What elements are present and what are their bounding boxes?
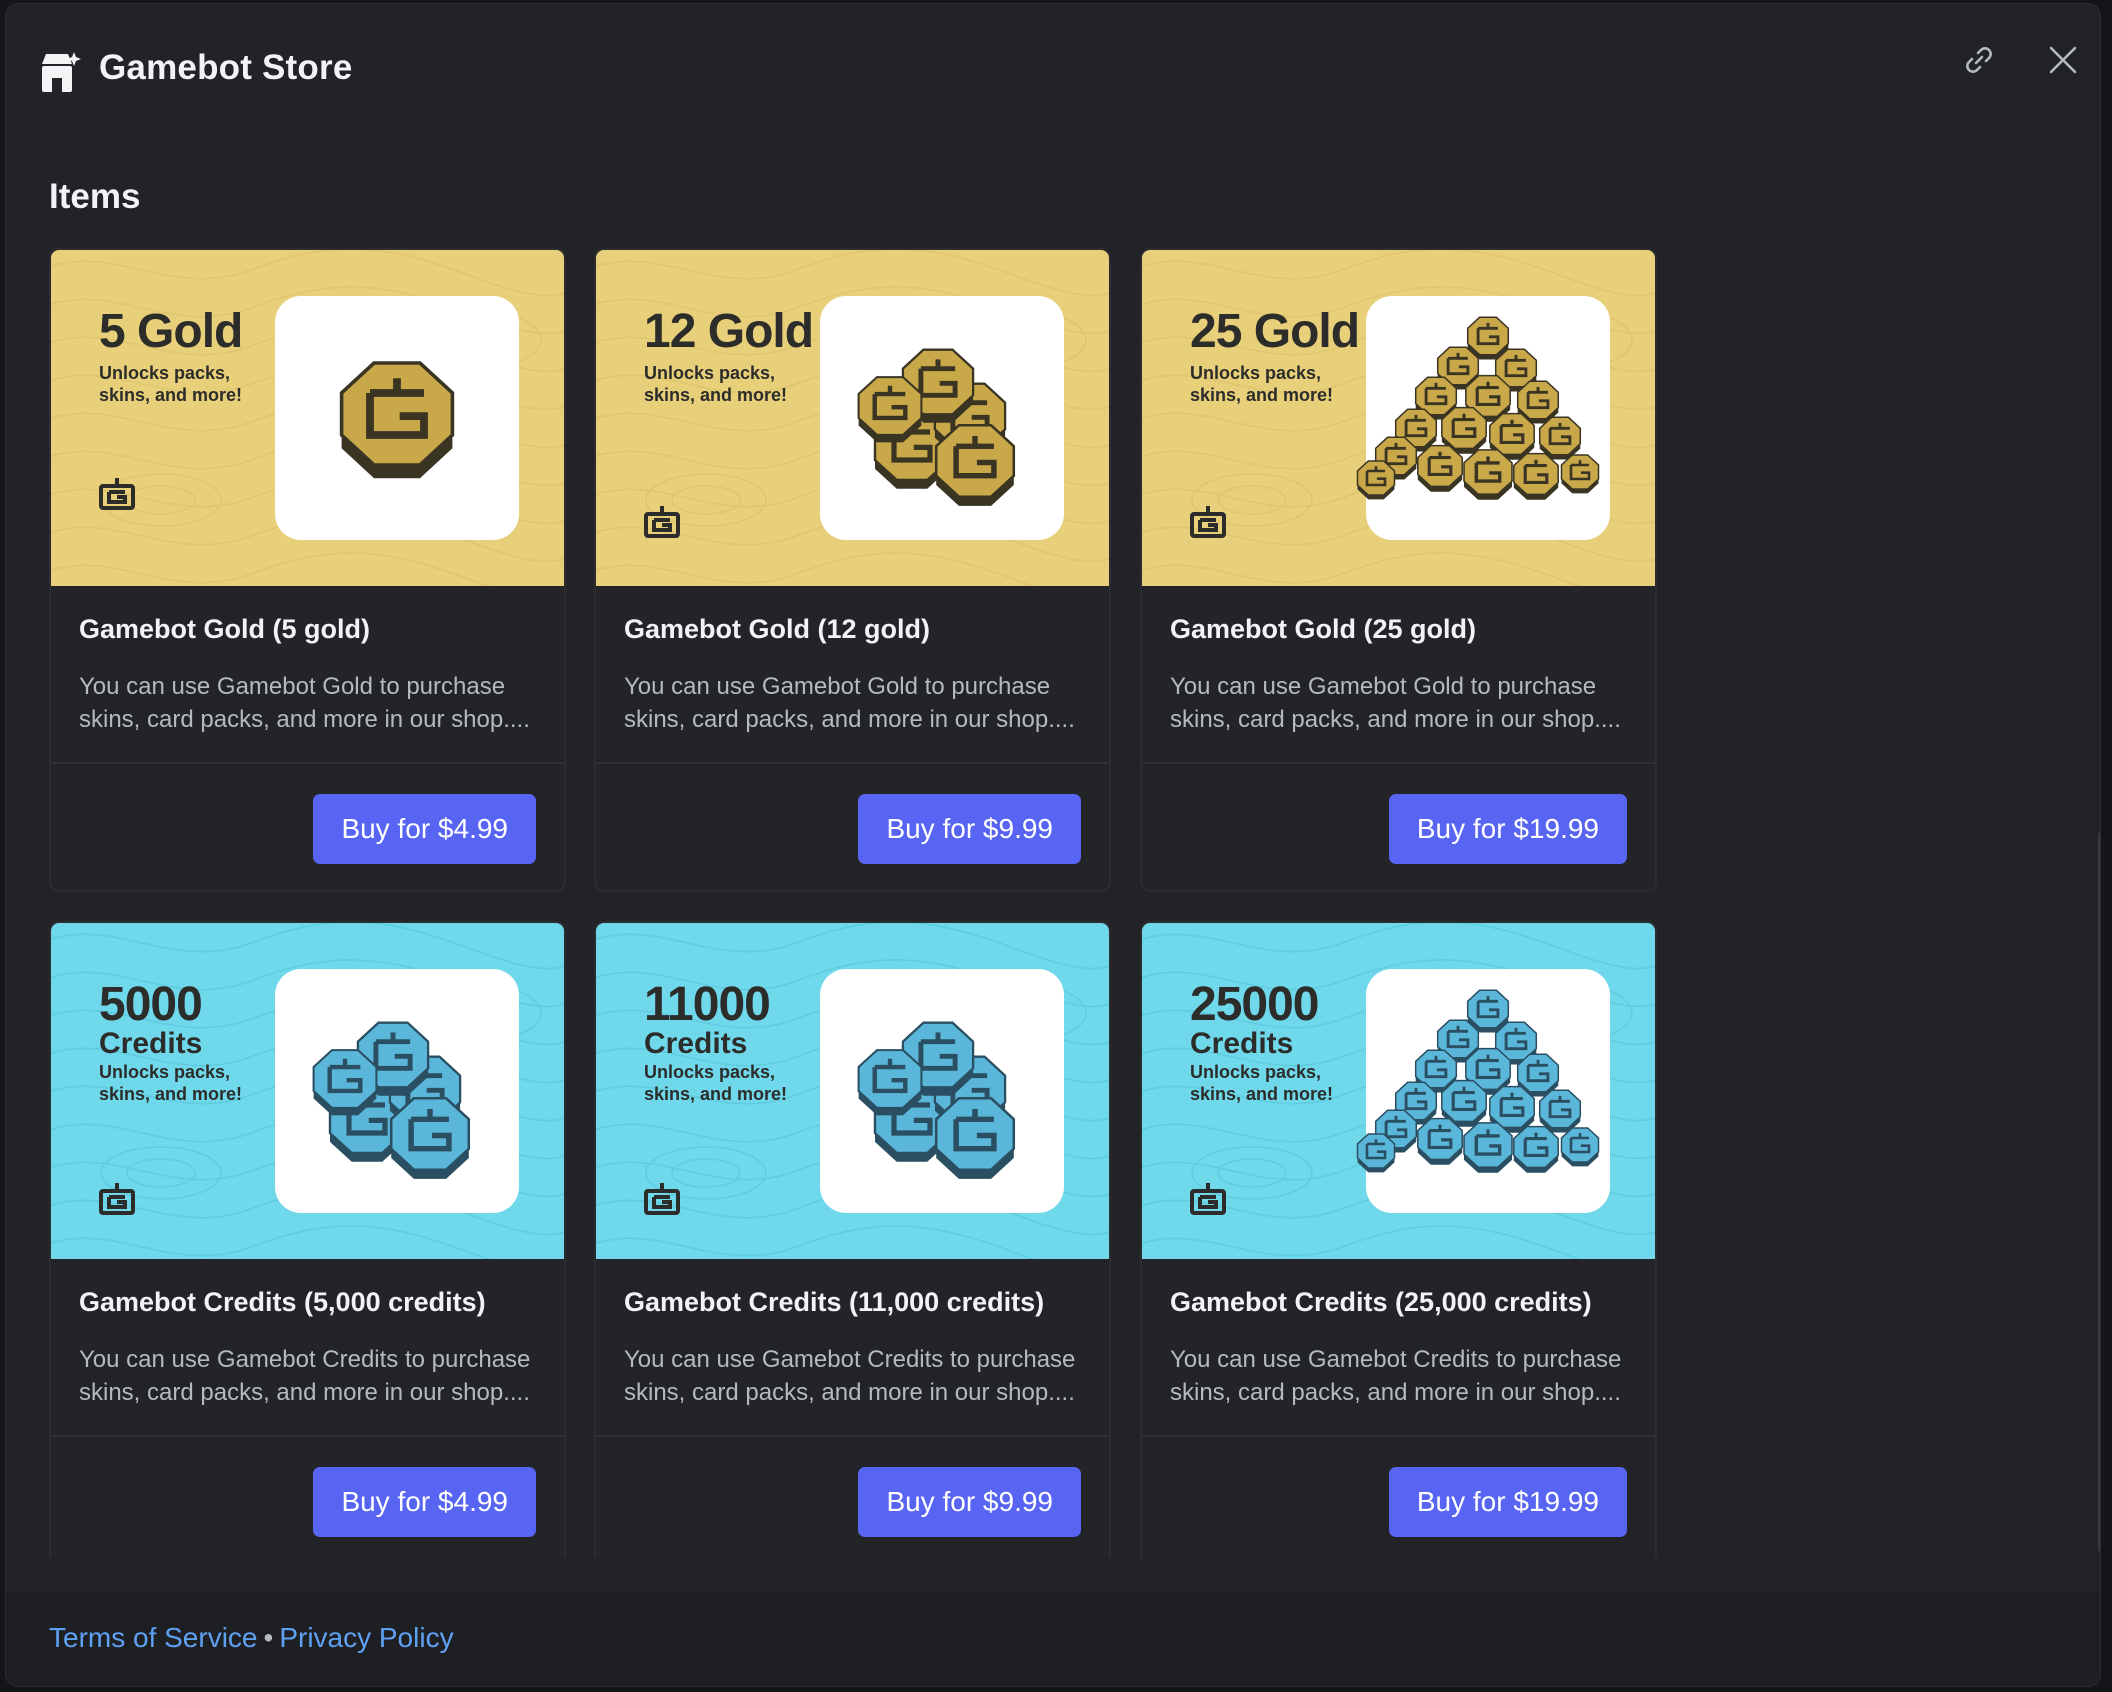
items-grid: 5 Gold Unlocks packs, skins, and more! Gam… [49,248,1669,1558]
item-title: Gamebot Credits (25,000 credits) [1170,1287,1592,1317]
item-card[interactable]: 5000 Credits Unlocks packs, skins, and mor… [49,921,566,1558]
scrollbar[interactable] [2098,832,2100,1552]
footer-separator: • [263,1622,274,1653]
section-title: Items [49,177,141,216]
item-card[interactable]: 25 Gold Unlocks packs, skins, and more! Ga… [1140,248,1657,892]
item-title: Gamebot Gold (12 gold) [624,614,931,644]
item-banner: 12 Gold Unlocks packs, skins, and more! [596,250,1109,586]
coin-artwork [1356,296,1610,540]
banner-tagline: Unlocks packs, skins, and more! [1190,363,1334,405]
coin-artwork [1356,969,1610,1213]
item-card[interactable]: 11000 Credits Unlocks packs, skins, and mo… [594,921,1111,1558]
item-title: Gamebot Credits (5,000 credits) [79,1287,486,1317]
item-title: Gamebot Gold (25 gold) [1170,614,1477,644]
gamebot-logo-icon [642,1181,682,1217]
store-icon [42,52,81,92]
store-modal: Gamebot Store Items 5 Gold Unlocks packs,… [6,4,2100,1686]
item-banner: 25000 Credits Unlocks packs, skins, and mo… [1142,923,1655,1259]
card-divider [51,1435,564,1437]
gamebot-logo-icon [1188,1181,1228,1217]
card-divider [1142,762,1655,764]
buy-button[interactable]: Buy for $9.99 [858,1467,1081,1537]
item-card[interactable]: 5 Gold Unlocks packs, skins, and more! Gam… [49,248,566,892]
banner-unit: Credits [99,1027,203,1060]
banner-tagline: Unlocks packs, skins, and more! [99,1062,243,1104]
item-description: You can use Gamebot Gold to purchase ski… [1170,673,1621,733]
coin-artwork [275,969,519,1213]
banner-unit: Credits [644,1027,748,1060]
link-icon [1966,47,1992,73]
card-divider [596,762,1109,764]
banner-amount: 12 Gold [644,305,814,358]
gamebot-logo-icon [642,504,682,540]
item-banner: 25 Gold Unlocks packs, skins, and more! [1142,250,1655,586]
banner-amount: 5 Gold [99,305,243,358]
modal-footer: Terms of Service • Privacy Policy [6,1592,2100,1686]
item-description: You can use Gamebot Gold to purchase ski… [624,673,1075,733]
banner-tagline: Unlocks packs, skins, and more! [1190,1062,1334,1104]
gamebot-logo-icon [97,1181,137,1217]
item-card[interactable]: 25000 Credits Unlocks packs, skins, and mo… [1140,921,1657,1558]
buy-button[interactable]: Buy for $19.99 [1388,1467,1627,1537]
item-card[interactable]: 12 Gold Unlocks packs, skins, and more! Ga… [594,248,1111,892]
item-title: Gamebot Credits (11,000 credits) [624,1287,1045,1317]
banner-tagline: Unlocks packs, skins, and more! [644,363,788,405]
buy-button[interactable]: Buy for $9.99 [858,794,1081,864]
card-divider [1142,1435,1655,1437]
buy-button[interactable]: Buy for $4.99 [313,794,536,864]
copy-link-button[interactable] [1956,37,2002,83]
coin-artwork [275,296,519,540]
terms-of-service-link[interactable]: Terms of Service [49,1622,258,1653]
banner-tagline: Unlocks packs, skins, and more! [99,363,243,405]
card-divider [51,762,564,764]
card-divider [596,1435,1109,1437]
banner-amount: 11000 [644,978,771,1031]
item-description: You can use Gamebot Credits to purchase … [624,1346,1076,1406]
banner-amount: 5000 [99,978,203,1031]
banner-tagline: Unlocks packs, skins, and more! [644,1062,788,1104]
privacy-policy-link[interactable]: Privacy Policy [279,1622,453,1653]
buy-button[interactable]: Buy for $4.99 [313,1467,536,1537]
item-description: You can use Gamebot Gold to purchase ski… [79,673,530,733]
item-title: Gamebot Gold (5 gold) [79,614,370,644]
gamebot-logo-icon [97,476,137,512]
banner-amount: 25 Gold [1190,305,1360,358]
item-banner: 11000 Credits Unlocks packs, skins, and mo… [596,923,1109,1259]
close-icon [2049,46,2077,74]
close-button[interactable] [2040,37,2086,83]
item-banner: 5000 Credits Unlocks packs, skins, and mor… [51,923,564,1259]
coin-artwork [820,969,1064,1213]
modal-title: Gamebot Store [99,48,353,87]
item-banner: 5 Gold Unlocks packs, skins, and more! [51,250,564,586]
item-description: You can use Gamebot Credits to purchase … [79,1346,531,1406]
banner-unit: Credits [1190,1027,1294,1060]
item-description: You can use Gamebot Credits to purchase … [1170,1346,1622,1406]
coin-artwork [820,296,1064,540]
banner-amount: 25000 [1190,978,1319,1031]
gamebot-logo-icon [1188,504,1228,540]
modal-header: Gamebot Store [6,4,2100,134]
buy-button[interactable]: Buy for $19.99 [1388,794,1627,864]
